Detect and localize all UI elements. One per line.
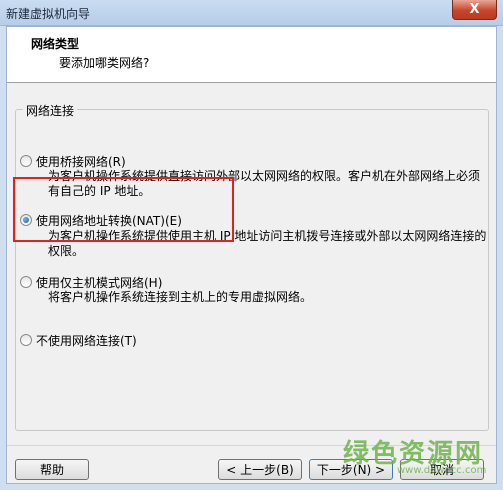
network-connection-group: 网络连接 使用桥接网络(R) 为客户机操作系统提供直接访问外部以太网网络的权限。…: [15, 102, 489, 431]
close-icon: X: [469, 2, 480, 17]
option-host-only-label[interactable]: 使用仅主机模式网络(H): [36, 274, 162, 291]
wizard-body: 网络类型 要添加哪类网络? 网络连接 使用桥接网络(R) 为客户机操作系统提供直…: [6, 26, 497, 484]
option-host-only-desc: 将客户机操作系统连接到主机上的专用虚拟网络。: [48, 290, 313, 304]
wizard-header: 网络类型 要添加哪类网络?: [7, 27, 496, 83]
radio-none[interactable]: [20, 334, 32, 346]
watermark-url: www.downcc.com: [397, 465, 487, 476]
page-subtitle: 要添加哪类网络?: [59, 56, 150, 70]
option-none: 不使用网络连接(T): [16, 110, 486, 348]
back-button[interactable]: < 上一步(B): [218, 459, 302, 480]
option-none-label[interactable]: 不使用网络连接(T): [36, 332, 137, 349]
page-title: 网络类型: [31, 37, 80, 51]
title-bar[interactable]: 新建虚拟机向导 X: [0, 0, 503, 26]
nat-highlight-box: [13, 177, 234, 242]
option-nat-desc-2: 权限。: [48, 244, 85, 258]
help-button[interactable]: 帮助: [15, 459, 89, 480]
radio-host-only[interactable]: [20, 276, 32, 288]
wizard-window: 新建虚拟机向导 X 网络类型 要添加哪类网络? 网络连接 使用桥接网络(R) 为…: [0, 0, 503, 490]
window-title: 新建虚拟机向导: [6, 7, 91, 21]
close-button[interactable]: X: [452, 0, 497, 20]
